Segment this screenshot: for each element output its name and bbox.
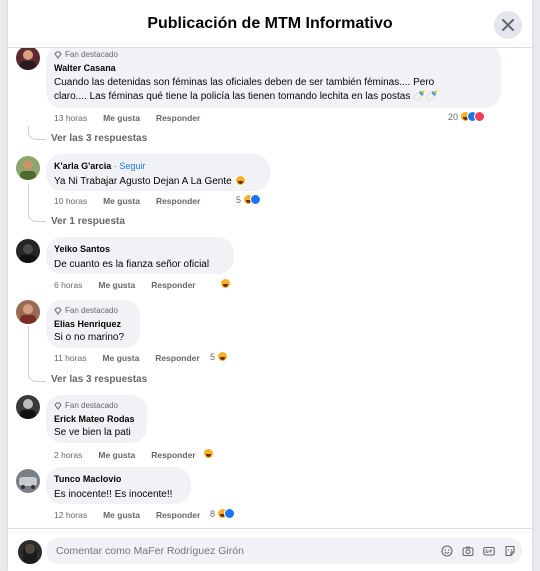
haha-reaction-icon xyxy=(203,448,214,459)
like-reaction-icon xyxy=(224,508,236,519)
view-replies-link[interactable]: Ver las 3 respuestas xyxy=(51,374,147,385)
comment-author[interactable]: Yeiko Santos xyxy=(54,243,223,255)
comment-time[interactable]: 11 horas xyxy=(54,353,86,363)
camera-icon[interactable] xyxy=(462,545,474,557)
reply-button[interactable]: Responder xyxy=(156,196,200,206)
avatar[interactable] xyxy=(16,48,40,70)
comment-bubble: Fan destacado Erick Mateo Rodas Se ve bi… xyxy=(46,395,147,443)
modal-title: Publicación de MTM Informativo xyxy=(147,15,393,32)
like-button[interactable]: Me gusta xyxy=(102,353,139,363)
reply-button[interactable]: Responder xyxy=(151,280,195,290)
comment-bubble: Fan destacado Walter Casana Cuando las d… xyxy=(46,48,501,108)
comment-author[interactable]: Tunco Maclovio xyxy=(54,473,180,485)
avatar[interactable] xyxy=(16,300,40,324)
comment-bubble: Yeiko Santos De cuanto es la fianza seño… xyxy=(46,237,234,274)
avatar[interactable] xyxy=(18,540,42,564)
comment-bubble: Fan destacado Elias Henriquez Si o no ma… xyxy=(46,300,140,348)
follow-button[interactable]: · Seguir xyxy=(114,161,146,171)
comment-text: Si o no marino? xyxy=(54,332,125,343)
fan-badge: Fan destacado xyxy=(54,50,490,59)
avatar[interactable] xyxy=(16,239,40,263)
comment-author-name[interactable]: K'arla G'arcia xyxy=(54,161,111,171)
avatar[interactable] xyxy=(16,469,40,493)
comment-author[interactable]: Walter Casana xyxy=(54,62,490,74)
like-button[interactable]: Me gusta xyxy=(103,510,140,520)
fan-badge-label: Fan destacado xyxy=(65,401,118,410)
haha-reaction-icon xyxy=(217,351,229,362)
diamond-icon xyxy=(54,402,62,410)
post-modal: Publicación de MTM Informativo Fan desta… xyxy=(8,0,532,571)
comment-text: Cuando las detenidas son féminas las ofi… xyxy=(54,76,490,104)
comment-text-line: claro.... Las féminas qué tiene la polic… xyxy=(54,91,439,102)
comment-time[interactable]: 12 horas xyxy=(54,510,87,520)
reaction-count: 20 xyxy=(448,111,459,122)
avatar[interactable] xyxy=(16,395,40,419)
thread-line xyxy=(28,326,46,382)
comment-text-line: Ya Ni Trabajar Agusto Dejan A La Gente xyxy=(54,176,232,187)
fan-badge: Fan destacado xyxy=(54,401,136,410)
reaction-summary[interactable]: 8 xyxy=(210,508,236,519)
comment-actions: 6 horas Me gusta Responder xyxy=(54,280,196,290)
reaction-summary[interactable]: 20 xyxy=(448,111,486,122)
gif-icon[interactable] xyxy=(483,545,495,557)
comment-actions: 12 horas Me gusta Responder xyxy=(54,510,200,520)
view-replies-link[interactable]: Ver las 3 respuestas xyxy=(51,133,147,144)
comment-author[interactable]: Elias Henriquez xyxy=(54,318,129,330)
fan-badge-label: Fan destacado xyxy=(65,50,118,59)
comment-text: Es inocente!! Es inocente!! xyxy=(54,489,173,500)
diamond-icon xyxy=(54,51,62,59)
like-button[interactable]: Me gusta xyxy=(103,196,140,206)
comment-actions: 2 horas Me gusta Responder xyxy=(54,450,196,460)
love-reaction-icon xyxy=(474,111,486,122)
comment-actions: 11 horas Me gusta Responder xyxy=(54,353,200,363)
comments-list[interactable]: Fan destacado Walter Casana Cuando las d… xyxy=(8,48,532,528)
comment-text: De cuanto es la fianza señor oficial xyxy=(54,259,210,270)
comment-actions: 13 horas Me gusta Responder xyxy=(54,113,200,123)
reaction-count: 5 xyxy=(236,194,242,205)
like-reaction-icon xyxy=(250,194,262,205)
comment-time[interactable]: 6 horas xyxy=(54,280,82,290)
reply-button[interactable]: Responder xyxy=(155,353,199,363)
reply-button[interactable]: Responder xyxy=(151,450,195,460)
fan-badge-label: Fan destacado xyxy=(65,306,118,315)
haha-reaction-icon xyxy=(220,278,231,289)
comment-text-line: Cuando las detenidas son féminas las ofi… xyxy=(54,77,435,88)
reaction-summary[interactable] xyxy=(203,448,214,459)
fan-badge: Fan destacado xyxy=(54,306,129,315)
view-replies-link[interactable]: Ver 1 respuesta xyxy=(51,216,125,227)
like-button[interactable]: Me gusta xyxy=(103,113,140,123)
modal-header: Publicación de MTM Informativo xyxy=(8,0,532,48)
comment-bubble: K'arla G'arcia · Seguir Ya Ni Trabajar A… xyxy=(46,154,270,191)
reply-button[interactable]: Responder xyxy=(156,510,200,520)
reaction-count: 8 xyxy=(210,508,216,519)
comment-author[interactable]: Erick Mateo Rodas xyxy=(54,413,136,425)
comment-text: Ya Ni Trabajar Agusto Dejan A La Gente xyxy=(54,175,259,189)
comment-time[interactable]: 13 horas xyxy=(54,113,87,123)
comment-composer xyxy=(8,528,532,571)
diamond-icon xyxy=(54,307,62,315)
reaction-summary[interactable] xyxy=(220,278,231,289)
composer-icons xyxy=(441,545,516,557)
thread-line xyxy=(28,126,46,140)
sticker-icon[interactable] xyxy=(504,545,516,557)
like-button[interactable]: Me gusta xyxy=(98,450,135,460)
comment-author: K'arla G'arcia · Seguir xyxy=(54,160,259,172)
reaction-count: 5 xyxy=(210,351,216,362)
close-button[interactable] xyxy=(494,11,522,39)
close-icon xyxy=(502,19,514,31)
emoji-icon[interactable] xyxy=(441,545,453,557)
comment-text: Se ve bien la pati xyxy=(54,427,131,438)
comment-time[interactable]: 2 horas xyxy=(54,450,82,460)
reaction-summary[interactable]: 5 xyxy=(236,194,262,205)
avatar[interactable] xyxy=(16,156,40,180)
reaction-summary[interactable]: 5 xyxy=(210,351,229,362)
like-button[interactable]: Me gusta xyxy=(98,280,135,290)
thread-line xyxy=(28,184,46,222)
reply-button[interactable]: Responder xyxy=(156,113,200,123)
face-emoji-icon xyxy=(234,175,246,186)
comment-bubble: Tunco Maclovio Es inocente!! Es inocente… xyxy=(46,467,191,504)
comment-actions: 10 horas Me gusta Responder xyxy=(54,196,200,206)
comment-time[interactable]: 10 horas xyxy=(54,196,87,206)
